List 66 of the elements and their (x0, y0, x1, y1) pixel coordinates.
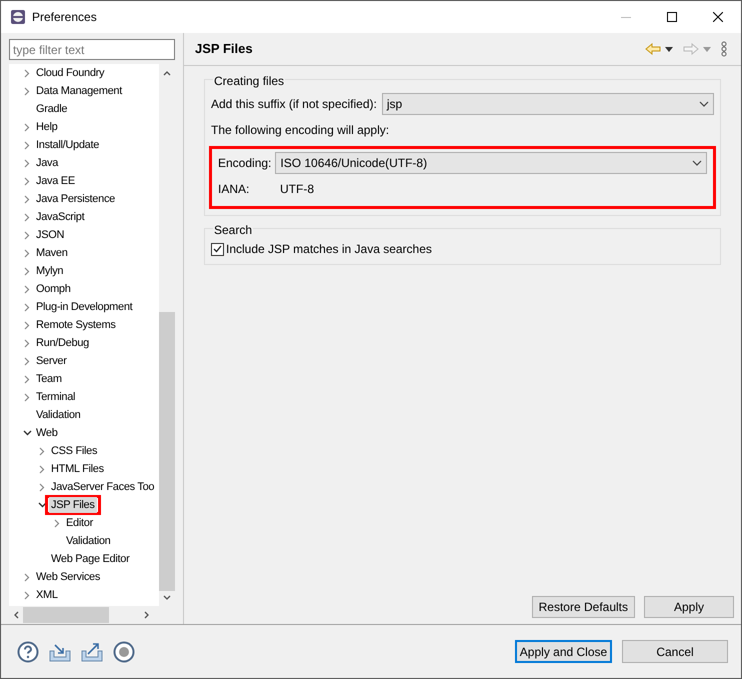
tree-item[interactable]: Validation (64, 532, 112, 550)
tree-item[interactable]: JavaScript (34, 208, 86, 226)
tree-item[interactable]: JSON (34, 226, 66, 244)
tree-item[interactable]: Web Services (34, 568, 102, 586)
tree-item[interactable]: Run/Debug (34, 334, 91, 352)
encoding-label: Encoding: (218, 155, 272, 172)
tree-item[interactable]: Oomph (34, 280, 73, 298)
help-icon[interactable] (17, 640, 39, 662)
close-icon (713, 12, 723, 22)
record-icon[interactable] (113, 640, 135, 662)
tree-item[interactable]: Editor (64, 514, 95, 532)
tree-item[interactable]: CSS Files (49, 442, 100, 460)
checkbox[interactable] (211, 242, 224, 256)
maximize-icon (667, 12, 677, 22)
tree-item[interactable]: Mylyn (34, 262, 66, 280)
suffix-dropdown[interactable]: jsp (382, 93, 714, 115)
scroll-right-icon[interactable] (144, 610, 149, 618)
chevron-down-icon[interactable] (22, 430, 32, 436)
tree-item[interactable]: Help (34, 118, 60, 136)
tree-item[interactable]: Gradle (34, 100, 70, 118)
more-options-icon[interactable] (721, 41, 727, 57)
tree-item[interactable]: HTML Files (49, 460, 106, 478)
scroll-thumb[interactable] (159, 312, 175, 591)
tree-item[interactable]: Remote Systems (34, 316, 118, 334)
tree-item[interactable]: Validation (34, 406, 82, 424)
suffix-label: Add this suffix (if not specified): (211, 96, 377, 113)
minimize-icon (621, 16, 631, 18)
chevron-down-icon[interactable] (38, 502, 46, 508)
tree-item[interactable]: Java (34, 154, 60, 172)
dialog-button[interactable]: Apply and Close (515, 640, 612, 663)
tree-item[interactable]: Web Page Editor (49, 550, 132, 568)
encoding-note: The following encoding will apply: (211, 122, 390, 139)
scroll-up-icon[interactable] (163, 71, 171, 76)
iana-label: IANA: (218, 181, 250, 198)
chevron-right-icon[interactable] (54, 518, 60, 528)
checkbox-label[interactable]: Include JSP matches in Java searches (226, 240, 432, 258)
page-button[interactable]: Apply (644, 596, 734, 618)
tree-item[interactable]: Plug-in Development (34, 298, 134, 316)
tree-item[interactable]: XML (34, 586, 60, 604)
scroll-thumb[interactable] (23, 606, 109, 622)
scroll-left-icon[interactable] (14, 610, 19, 618)
tree-item[interactable]: Java EE (34, 172, 77, 190)
tree-item[interactable]: Cloud Foundry (34, 64, 106, 82)
tree-item[interactable]: Data Management (34, 82, 124, 100)
page-button[interactable]: Restore Defaults (532, 596, 635, 618)
export-icon[interactable] (81, 642, 103, 662)
app-icon (10, 9, 26, 25)
page-title: JSP Files (195, 40, 253, 58)
scroll-down-icon[interactable] (163, 595, 171, 600)
tree-item[interactable]: Terminal (34, 388, 78, 406)
tree-item[interactable]: Web (34, 424, 60, 442)
filter-field[interactable]: type filter text (9, 39, 175, 60)
iana-value: UTF-8 (280, 181, 314, 198)
tree-item[interactable]: JavaServer Faces Too (49, 478, 156, 496)
tree-item[interactable]: Java Persistence (34, 190, 117, 208)
tree-item[interactable]: Team (34, 370, 64, 388)
tree-item[interactable]: Install/Update (34, 136, 102, 154)
window-title: Preferences (32, 9, 97, 26)
tree-item[interactable]: Server (34, 352, 69, 370)
tree-item[interactable]: JSP Files (49, 497, 97, 513)
dialog-button[interactable]: Cancel (622, 640, 728, 663)
checkmark-icon (213, 245, 222, 253)
import-icon[interactable] (49, 642, 71, 662)
tree-item[interactable]: Maven (34, 244, 70, 262)
dropdown-arrow-icon[interactable] (665, 46, 673, 52)
encoding-dropdown[interactable]: ISO 10646/Unicode(UTF-8) (275, 152, 707, 174)
